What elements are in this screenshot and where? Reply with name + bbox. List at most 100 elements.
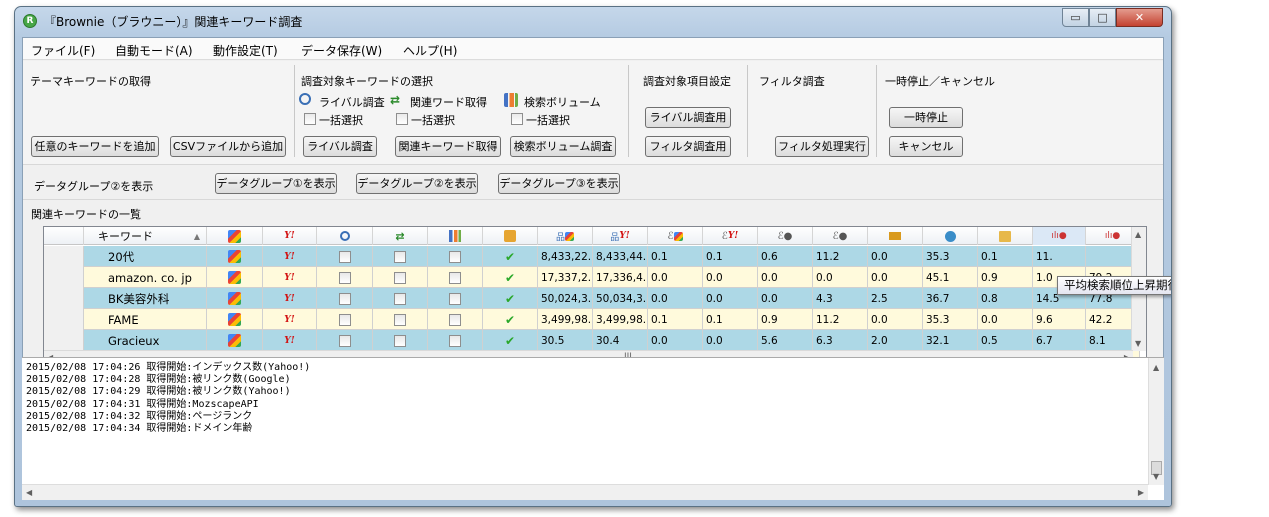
google-backlink-icon[interactable]: ℰ [648,227,703,245]
menu-help[interactable]: ヘルプ(H) [403,42,457,59]
divider [23,199,1163,200]
yahoo-icon[interactable]: Y! [263,227,317,245]
row-header[interactable] [44,267,84,288]
keyword-column-header[interactable]: キーワード ▲ [84,227,207,245]
scroll-right-icon[interactable]: ▶ [1138,488,1144,497]
rival-checkbox[interactable] [317,267,373,288]
check-icon: ✔ [483,288,538,309]
related-checkbox[interactable] [373,330,428,351]
title-bar[interactable]: R 『Brownie（ブラウニー）』関連キーワード調査 ▭ □ ✕ [15,7,1171,37]
search-volume-button[interactable]: 検索ボリューム調査 [510,136,616,157]
table-row[interactable]: Gracieux Y! ✔ 30.5 30.4 0.0 0.0 5.6 6.3 2.0 32.1 0.… [44,330,1140,351]
scroll-down-icon[interactable]: ▼ [1153,472,1159,481]
filter-section-title: フィルタ調査 [759,75,825,88]
volume-checkbox[interactable] [428,309,483,330]
search-icon[interactable] [317,227,373,245]
cancel-button[interactable]: キャンセル [889,136,963,157]
rival-checkbox[interactable] [317,246,373,267]
google-index-icon[interactable]: 品 [538,227,593,245]
menu-save-data[interactable]: データ保存(W) [301,42,382,59]
bulk-select-related-checkbox[interactable] [396,113,408,125]
log-text: 2015/02/08 17:04:26 取得開始:インデックス数(Yahoo!)… [26,362,310,435]
domain-age-icon[interactable] [978,227,1033,245]
volume-checkbox[interactable] [428,267,483,288]
rival-items-button[interactable]: ライバル調査用 [645,107,731,128]
data-group-2-button[interactable]: データグループ②を表示 [356,173,478,194]
rival-checkbox[interactable] [317,330,373,351]
row-header[interactable] [44,330,84,351]
scroll-up-icon[interactable]: ▲ [1135,230,1141,239]
log-line: 2015/02/08 17:04:26 取得開始:インデックス数(Yahoo!) [26,362,311,373]
log-line: 2015/02/08 17:04:28 取得開始:被リンク数(Google) [26,374,291,386]
rank-icon[interactable] [868,227,923,245]
status-icon[interactable] [483,227,538,245]
rival-checkbox[interactable] [317,288,373,309]
value-cell: 8,433,44... [593,246,648,267]
volume-checkbox[interactable] [428,288,483,309]
filter-run-button[interactable]: フィルタ処理実行 [775,136,869,157]
keyword-header-label: キーワード [98,230,153,243]
related-keyword-button[interactable]: 関連キーワード取得 [395,136,501,157]
keyword-grid[interactable]: キーワード ▲ Y! ⇄ 品 品 Y! ℰ ℰ Y! ℰ● ℰ● ılı● ılı● [43,226,1147,366]
row-header[interactable] [44,246,84,267]
google-icon[interactable] [207,227,263,245]
scroll-up-icon[interactable]: ▲ [1153,363,1159,372]
yahoo-index-icon[interactable]: 品 Y! [593,227,648,245]
data-group-3-button[interactable]: データグループ③を表示 [498,173,620,194]
score-icon[interactable]: ılı● [1033,227,1086,245]
related-icon: ⇄ [390,93,401,107]
menu-settings[interactable]: 動作設定(T) [213,42,278,59]
menu-file[interactable]: ファイル(F) [31,42,95,59]
rival-checkbox[interactable] [317,309,373,330]
value-cell: 0.0 [813,267,868,288]
table-row[interactable]: 20代 Y! ✔ 8,433,22... 8,433,44... 0.1 0.1 0.6 11.… [44,246,1140,267]
divider [294,65,295,157]
table-row[interactable]: BK美容外科 Y! ✔ 50,024,3... 50,034,3... 0.0 0.0 0.0… [44,288,1140,309]
value-cell: 3,499,98... [593,309,648,330]
pause-button[interactable]: 一時停止 [889,107,963,128]
main-window: R 『Brownie（ブラウニー）』関連キーワード調査 ▭ □ ✕ ファイル(F… [14,6,1172,507]
volume-icon[interactable] [428,227,483,245]
google-icon [207,309,263,330]
data-group-1-button[interactable]: データグループ①を表示 [215,173,337,194]
value-cell: 11.2 [813,246,868,267]
maximize-button[interactable]: □ [1089,8,1116,27]
bulk-select-rival-checkbox[interactable] [304,113,316,125]
row-header[interactable] [44,288,84,309]
volume-checkbox[interactable] [428,330,483,351]
scroll-down-icon[interactable]: ▼ [1135,339,1141,348]
value-cell: 32.1 [923,330,978,351]
brownie-app-icon: R [23,14,37,28]
table-row[interactable]: amazon. co. jp Y! ✔ 17,337,2... 17,336,4... 0… [44,267,1140,288]
related-checkbox[interactable] [373,246,428,267]
value-cell: 36.7 [923,288,978,309]
related-checkbox[interactable] [373,288,428,309]
value-cell: 0.0 [648,330,703,351]
volume-checkbox[interactable] [428,246,483,267]
log-vertical-scrollbar[interactable]: ▲ ▼ [1148,358,1164,485]
moz-icon[interactable]: ℰ● [813,227,868,245]
related-checkbox[interactable] [373,309,428,330]
value-cell: 0.5 [978,330,1033,351]
menu-auto-mode[interactable]: 自動モード(A) [115,42,193,59]
table-row[interactable]: FAME Y! ✔ 3,499,98... 3,499,98... 0.1 0.1 0.9 11… [44,309,1140,330]
log-horizontal-scrollbar[interactable]: ◀ ▶ [22,484,1148,500]
minimize-button[interactable]: ▭ [1062,8,1089,27]
rival-survey-button[interactable]: ライバル調査 [303,136,377,157]
divider [876,65,877,157]
related-checkbox[interactable] [373,267,428,288]
pagerank-icon[interactable] [923,227,978,245]
scroll-left-icon[interactable]: ◀ [26,488,32,497]
related-icon[interactable]: ⇄ [373,227,428,245]
bulk-select-label: 一括選択 [526,114,570,127]
bulk-select-volume-checkbox[interactable] [511,113,523,125]
moz-icon[interactable]: ℰ● [758,227,813,245]
row-header[interactable] [44,309,84,330]
filter-items-button[interactable]: フィルタ調査用 [645,136,731,157]
close-button[interactable]: ✕ [1116,8,1163,27]
add-keyword-button[interactable]: 任意のキーワードを追加 [31,136,159,157]
pause-section-title: 一時停止／キャンセル [885,75,995,88]
log-line: 2015/02/08 17:04:31 取得開始:MozscapeAPI [26,398,259,410]
csv-add-button[interactable]: CSVファイルから追加 [170,136,286,157]
yahoo-backlink-icon[interactable]: ℰ Y! [703,227,758,245]
